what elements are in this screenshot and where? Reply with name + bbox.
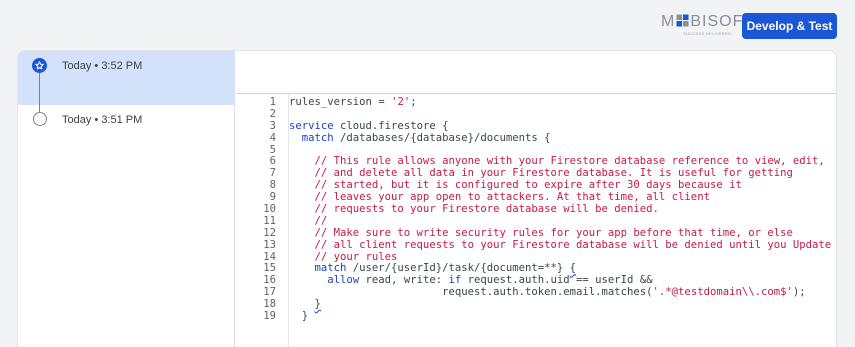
logo-letter-m: M: [661, 13, 676, 30]
code-token: if: [448, 274, 462, 287]
code-token: /databases/{database}/documents {: [333, 131, 551, 144]
code-token: /user/{userId}/task/{document=**}: [346, 262, 570, 275]
code-token: // This rule allows anyone with your Fir…: [289, 155, 825, 168]
history-item[interactable]: Today • 3:51 PM: [18, 105, 235, 159]
code-token: read, write:: [359, 274, 449, 287]
code-token: }: [289, 310, 309, 323]
line-number: 2: [269, 107, 276, 120]
code-token: );: [792, 286, 806, 299]
rules-editor: 1 2 3 4 5 6 7 8 9 10 11 12 13 14 15 16 17 18 19 rules_vers…: [236, 51, 836, 347]
code-token: // Make sure to write security rules for…: [289, 226, 793, 239]
history-time: Today • 3:52 PM: [62, 60, 143, 72]
logo-o-icon: [676, 14, 689, 27]
code-token: // started, but it is configured to expi…: [289, 179, 742, 192]
line-number: 19: [263, 310, 276, 323]
mobisoft-logo: M BISOFT SUCCESS DELIVERED: [661, 12, 753, 38]
code-token: request.auth.uid == userId &&: [461, 274, 653, 287]
code-line: match /databases/{database}/documents {: [289, 131, 831, 145]
code-token: request.auth.token.email.matches(: [289, 286, 653, 299]
top-bar: M BISOFT SUCCESS DELIVERED Develop & Test: [0, 0, 855, 48]
code-lines[interactable]: rules_version = '2'; service cloud.fires…: [289, 96, 832, 323]
code-line: rules_version = '2';: [289, 96, 831, 109]
star-icon: [32, 58, 47, 73]
code-token: // all client requests to your Firestore…: [289, 238, 832, 251]
code-token: // leaves your app open to attackers. At…: [289, 191, 710, 204]
code-token: // your rules: [289, 250, 398, 263]
code-token: // requests to your Firestore database w…: [289, 203, 659, 216]
line-number: 13: [263, 238, 276, 251]
history-time: Today • 3:51 PM: [62, 114, 143, 126]
rules-card: Today • 3:52 PM Today • 3:51 PM 12345678…: [17, 50, 837, 347]
logo-tagline: SUCCESS DELIVERED: [683, 31, 732, 36]
line-number: 11: [263, 214, 276, 227]
code-token: match: [314, 262, 347, 275]
code-line: }: [289, 298, 831, 311]
code-token: '2': [391, 96, 411, 108]
code-token: '.*@testdomain\\.com$': [652, 286, 793, 299]
code-token: match: [301, 131, 334, 144]
history-panel: Today • 3:52 PM Today • 3:51 PM: [18, 51, 235, 347]
editor-toolbar: [236, 51, 836, 94]
code-token: allow: [327, 274, 360, 287]
develop-test-button[interactable]: Develop & Test: [742, 13, 837, 39]
code-token: // and delete all data in your Firestore…: [289, 167, 793, 180]
code-line: request.auth.token.email.matches('.*@tes…: [289, 286, 831, 299]
code-line: // requests to your Firestore database w…: [289, 203, 831, 216]
line-number: 4: [269, 131, 276, 144]
line-number: 12: [263, 226, 276, 239]
code-token: rules_version =: [289, 96, 392, 108]
history-item-active[interactable]: Today • 3:52 PM: [18, 51, 235, 105]
code-token: //: [289, 214, 328, 227]
code-token: }: [314, 298, 321, 311]
code-token: ;: [410, 96, 417, 108]
code-token: {: [569, 262, 577, 275]
line-number: 3: [269, 119, 276, 132]
code-token: cloud.firestore {: [333, 119, 449, 132]
code-token: service: [289, 119, 334, 132]
code-area[interactable]: 1 2 3 4 5 6 7 8 9 10 11 12 13 14 15 16 17 18 19 rules_vers…: [236, 94, 836, 347]
line-number-gutter: 1 2 3 4 5 6 7 8 9 10 11 12 13 14 15 16 17 18 19: [236, 96, 276, 323]
code-line: }: [289, 310, 831, 323]
ring-icon: [33, 112, 47, 126]
